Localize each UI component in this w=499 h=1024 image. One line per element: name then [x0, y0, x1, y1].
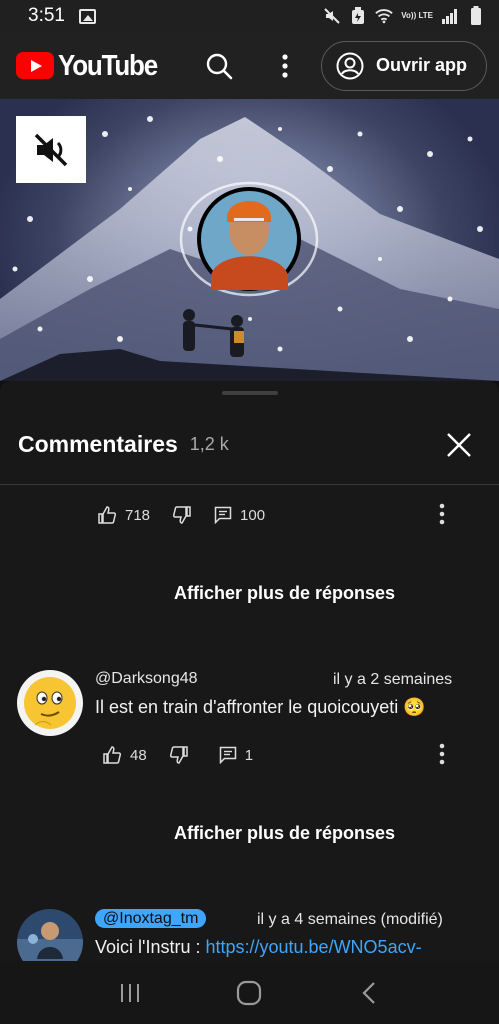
search-button[interactable]	[197, 44, 241, 88]
comments-count: 1,2 k	[189, 434, 229, 454]
mute-status-icon	[323, 7, 341, 25]
show-more-replies-button[interactable]: Afficher plus de réponses	[0, 823, 499, 844]
wifi-icon	[375, 7, 394, 25]
system-navigation-bar	[0, 961, 499, 1024]
comment-actions-top: 718 100	[97, 505, 265, 525]
comment-timestamp: il y a 2 semaines	[333, 671, 453, 688]
close-comments-button[interactable]	[437, 423, 481, 467]
comment-text-prefix: Voici l'Instru :	[95, 937, 206, 957]
channel-avatar-overlay	[178, 180, 320, 298]
comments-sheet: Commentaires 1,2 k 718 100 Afficher plus…	[0, 381, 499, 961]
battery-saver-icon	[349, 7, 367, 25]
status-icons: Vo)) LTE	[323, 6, 485, 25]
comment-author: @Inoxtag_tm	[95, 909, 207, 928]
comment-text: Voici l'Instru : https://youtu.be/WNO5ac…	[95, 937, 422, 958]
comment-actions: 48 1	[102, 745, 253, 765]
back-icon	[362, 981, 375, 1004]
youtube-logo-text: YouTube	[58, 48, 158, 82]
sheet-drag-handle[interactable]	[222, 391, 278, 395]
close-icon	[447, 432, 471, 457]
like-count: 718	[125, 506, 151, 524]
comments-header: Commentaires 1,2 k	[0, 405, 499, 485]
comment-icon	[219, 746, 236, 764]
thumb-down-icon	[173, 506, 191, 524]
volte-indicator: Vo)) LTE	[401, 11, 433, 20]
thumb-up-icon	[103, 746, 122, 764]
video-player[interactable]	[0, 99, 499, 381]
more-vert-icon	[439, 503, 445, 525]
dislike-button[interactable]	[169, 745, 189, 765]
status-time: 3:51	[28, 5, 65, 26]
signal-icon	[441, 7, 459, 25]
avatar[interactable]	[17, 909, 83, 961]
status-bar: 3:51 Vo)) LTE	[0, 0, 499, 32]
youtube-logo[interactable]: YouTube	[16, 48, 158, 82]
more-options-button[interactable]	[263, 44, 307, 88]
more-vert-icon	[439, 743, 445, 765]
show-more-replies-button[interactable]: Afficher plus de réponses	[0, 583, 499, 604]
back-button[interactable]	[349, 973, 389, 1013]
comment-author[interactable]: @Darksong48	[95, 670, 198, 688]
like-button[interactable]: 48	[102, 745, 147, 765]
like-button[interactable]: 718	[97, 505, 150, 525]
comment-timestamp: il y a 4 semaines (modifié)	[257, 911, 443, 928]
avatar[interactable]	[17, 670, 83, 736]
account-icon	[336, 52, 364, 79]
comment-menu-button[interactable]	[432, 739, 452, 769]
comment-link[interactable]: https://youtu.be/WNO5acv-	[205, 937, 421, 957]
reply-count: 1	[244, 746, 254, 764]
home-icon	[237, 980, 262, 1005]
youtube-play-icon	[16, 52, 54, 79]
comment-menu-button[interactable]	[432, 499, 452, 529]
dislike-button[interactable]	[172, 505, 192, 525]
home-button[interactable]	[229, 973, 269, 1013]
open-app-button[interactable]: Ouvrir app	[321, 40, 487, 91]
reply-button[interactable]: 1	[219, 746, 253, 764]
reply-count: 100	[240, 506, 266, 524]
like-count: 48	[130, 746, 147, 764]
more-vert-icon	[282, 53, 288, 78]
volume-off-icon	[34, 133, 68, 166]
top-app-bar: YouTube Ouvrir app	[0, 32, 499, 99]
comment-icon	[214, 506, 232, 524]
gallery-notification-icon	[78, 8, 96, 24]
recents-icon	[120, 983, 139, 1002]
comment-author-chip[interactable]: @Inoxtag_tm	[95, 909, 207, 928]
open-app-label: Ouvrir app	[376, 55, 468, 75]
reply-button[interactable]: 100	[214, 506, 265, 524]
search-icon	[206, 53, 233, 79]
comment-text: Il est en train d'affronter le quoicouye…	[95, 697, 426, 717]
recents-button[interactable]	[110, 973, 150, 1013]
thumb-up-icon	[98, 506, 117, 524]
thumb-down-icon	[169, 746, 188, 764]
battery-icon	[467, 6, 485, 25]
comments-title: Commentaires	[18, 431, 178, 457]
unmute-button[interactable]	[16, 116, 86, 183]
